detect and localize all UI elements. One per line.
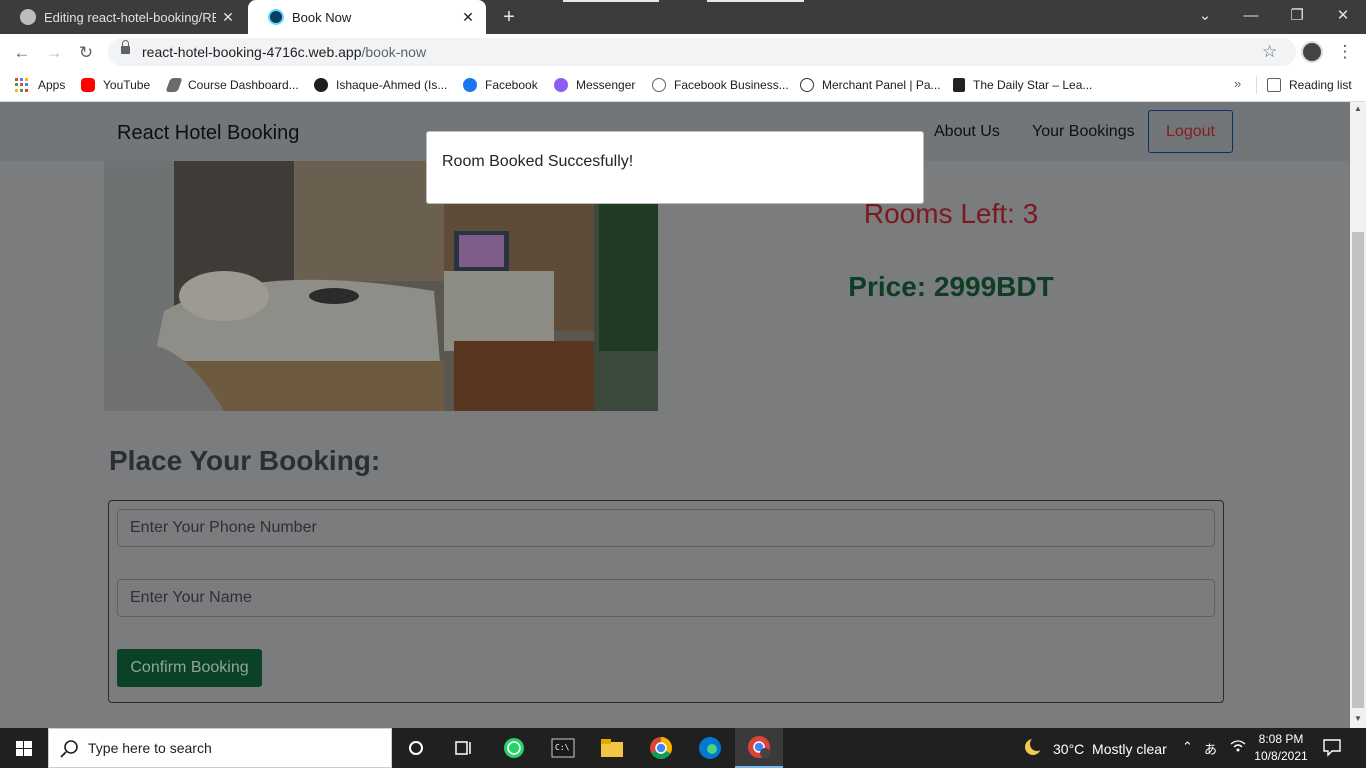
- forward-icon[interactable]: →: [42, 41, 66, 65]
- restore-button[interactable]: ❐: [1274, 0, 1320, 34]
- cortana-icon[interactable]: [392, 728, 440, 768]
- bookmark-label: Ishaque-Ahmed (Is...: [336, 78, 448, 92]
- bookmark-course-dashboard[interactable]: Course Dashboard...: [165, 70, 299, 100]
- file-explorer-icon[interactable]: [588, 728, 636, 768]
- tab-editing-readme[interactable]: Editing react-hotel-booking/README.md ✕: [0, 0, 246, 34]
- start-button[interactable]: [0, 728, 48, 768]
- svg-text:C:\: C:\: [555, 743, 570, 752]
- whatsapp-icon[interactable]: [490, 728, 538, 768]
- nav-your-bookings[interactable]: Your Bookings: [1032, 123, 1135, 141]
- network-wifi-icon[interactable]: [1230, 739, 1246, 756]
- url-domain: react-hotel-booking-4716c.web.app: [142, 44, 362, 60]
- bookmark-label: Facebook Business...: [674, 78, 789, 92]
- reading-list-button[interactable]: Reading list: [1267, 70, 1352, 100]
- close-window-button[interactable]: ✕: [1320, 0, 1366, 34]
- bookmark-facebook[interactable]: Facebook: [463, 70, 538, 100]
- bookmark-label: YouTube: [103, 78, 151, 92]
- bookmark-label: Course Dashboard...: [188, 78, 299, 92]
- bookmark-label: The Daily Star – Lea...: [973, 78, 1093, 92]
- scrollbar-thumb[interactable]: [1352, 232, 1364, 708]
- bookmark-label: Apps: [38, 78, 66, 92]
- nav-about-us[interactable]: About Us: [934, 123, 1000, 141]
- success-modal: Room Booked Succesfully!: [426, 131, 924, 204]
- tab-strip-highlight: [707, 0, 804, 2]
- logout-button[interactable]: Logout: [1148, 110, 1233, 153]
- react-icon: [268, 9, 284, 25]
- show-hidden-icons-icon[interactable]: ⌃: [1182, 739, 1193, 755]
- language-ime-icon[interactable]: あ: [1204, 739, 1217, 758]
- task-view-icon[interactable]: [440, 728, 488, 768]
- search-icon: [60, 740, 78, 758]
- tab-search-icon[interactable]: ⌄: [1182, 0, 1228, 34]
- bookmark-label: Facebook: [485, 78, 538, 92]
- modal-message: Room Booked Succesfully!: [442, 153, 634, 170]
- bookmark-star-icon[interactable]: ☆: [1262, 42, 1277, 62]
- lock-icon[interactable]: [121, 40, 130, 56]
- close-tab-icon[interactable]: ✕: [216, 9, 240, 26]
- site-brand[interactable]: React Hotel Booking: [117, 122, 299, 145]
- tab-title: Book Now: [292, 9, 352, 25]
- chrome-profile-active-icon[interactable]: [735, 728, 783, 768]
- bookmark-github[interactable]: Ishaque-Ahmed (Is...: [314, 70, 447, 100]
- profile-avatar[interactable]: [1301, 41, 1323, 63]
- new-tab-button[interactable]: +: [498, 6, 520, 28]
- tab-book-now[interactable]: Book Now ✕: [248, 0, 486, 34]
- apps-grid-icon: [15, 78, 29, 92]
- github-icon: [20, 9, 36, 25]
- url-path: /book-now: [361, 44, 427, 60]
- bookmark-label: Merchant Panel | Pa...: [822, 78, 941, 92]
- course-icon: [165, 78, 183, 92]
- facebook-business-icon: [652, 78, 666, 92]
- reading-list-label: Reading list: [1289, 78, 1352, 92]
- scroll-up-icon[interactable]: ▲: [1350, 104, 1366, 116]
- youtube-icon: [81, 78, 95, 92]
- weather-moon-icon[interactable]: [1022, 737, 1044, 762]
- price-label: Price: 2999BDT: [848, 271, 1054, 302]
- bookmark-facebook-business[interactable]: Facebook Business...: [652, 70, 789, 100]
- chrome-icon[interactable]: [637, 728, 685, 768]
- bookmarks-divider: [1256, 76, 1257, 94]
- weather-text[interactable]: 30°C Mostly clear: [1053, 741, 1167, 757]
- bookmark-youtube[interactable]: YouTube: [81, 70, 150, 100]
- notifications-icon[interactable]: [1322, 737, 1342, 762]
- minimize-button[interactable]: —: [1228, 0, 1274, 34]
- clock-date: 10/8/2021: [1254, 749, 1308, 763]
- bookmark-label: Messenger: [576, 78, 636, 92]
- bookmark-apps[interactable]: Apps: [15, 70, 65, 100]
- windows-logo-icon: [16, 741, 32, 756]
- url-text[interactable]: react-hotel-booking-4716c.web.app/book-n…: [142, 44, 426, 60]
- back-icon[interactable]: ←: [10, 41, 34, 65]
- bookmark-messenger[interactable]: Messenger: [554, 70, 635, 100]
- github-icon: [314, 78, 328, 92]
- bicycle-icon: [800, 78, 814, 92]
- confirm-booking-button[interactable]: Confirm Booking: [117, 649, 262, 687]
- close-tab-icon[interactable]: ✕: [456, 9, 480, 26]
- bookmark-daily-star[interactable]: The Daily Star – Lea...: [953, 70, 1092, 100]
- terminal-icon[interactable]: C:\: [539, 728, 587, 768]
- messenger-icon: [554, 78, 568, 92]
- daily-star-icon: [953, 78, 965, 92]
- more-bookmarks-icon[interactable]: »: [1234, 76, 1241, 91]
- name-input[interactable]: Enter Your Name: [117, 579, 1215, 617]
- booking-form-title: Place Your Booking:: [109, 445, 381, 476]
- more-menu-icon[interactable]: ⋮: [1335, 42, 1355, 62]
- clock-time: 8:08 PM: [1258, 732, 1304, 746]
- scroll-down-icon[interactable]: ▼: [1350, 714, 1366, 726]
- tab-title: Editing react-hotel-booking/README.md: [44, 9, 216, 25]
- edge-icon[interactable]: [686, 728, 734, 768]
- phone-input[interactable]: Enter Your Phone Number: [117, 509, 1215, 547]
- system-clock[interactable]: 8:08 PM 10/8/2021: [1250, 731, 1312, 765]
- tab-strip-highlight: [563, 0, 659, 2]
- reading-list-icon: [1267, 78, 1281, 92]
- reload-icon[interactable]: ↻: [74, 41, 98, 65]
- facebook-icon: [463, 78, 477, 92]
- taskbar-search-placeholder: Type here to search: [88, 740, 212, 756]
- bookmark-merchant-panel[interactable]: Merchant Panel | Pa...: [800, 70, 941, 100]
